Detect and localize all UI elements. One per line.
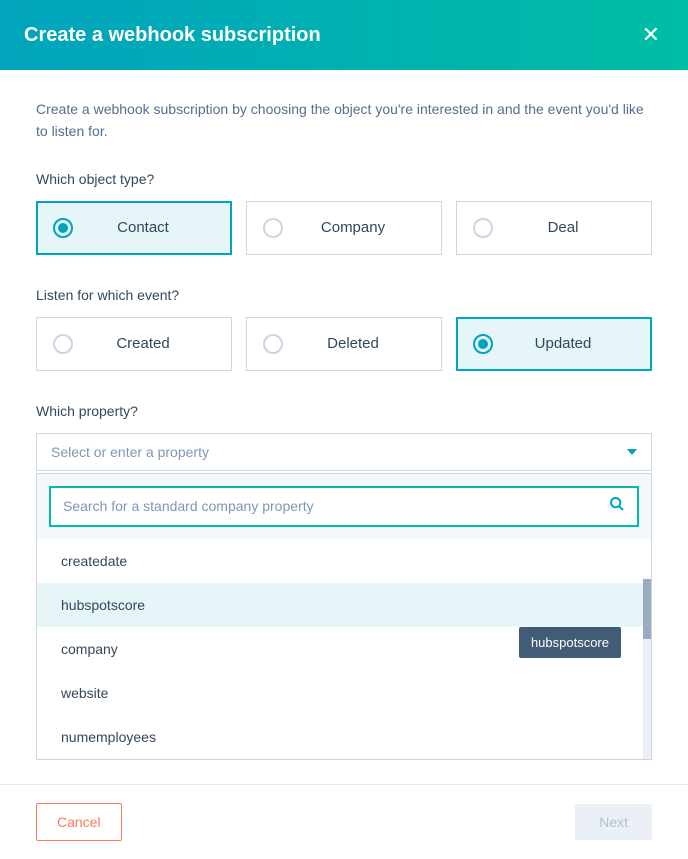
event-label: Listen for which event?: [36, 287, 652, 303]
event-updated[interactable]: Updated: [456, 317, 652, 371]
radio-icon: [263, 334, 283, 354]
object-type-label: Which object type?: [36, 171, 652, 187]
object-type-deal[interactable]: Deal: [456, 201, 652, 255]
dialog-footer: Cancel Next: [0, 784, 688, 859]
radio-label: Company: [301, 219, 429, 236]
event-deleted[interactable]: Deleted: [246, 317, 442, 371]
caret-down-icon: [627, 449, 637, 455]
property-search-input[interactable]: [63, 498, 609, 514]
property-option[interactable]: numemployees: [37, 715, 651, 759]
radio-label: Deal: [511, 219, 639, 236]
property-option[interactable]: createdate: [37, 539, 651, 583]
property-tooltip: hubspotscore: [519, 627, 621, 658]
search-input-wrap: [49, 486, 639, 527]
property-dropdown: createdate hubspotscore company website …: [36, 473, 652, 760]
property-option[interactable]: website: [37, 671, 651, 715]
radio-icon: [473, 334, 493, 354]
radio-label: Updated: [511, 335, 639, 352]
description-text: Create a webhook subscription by choosin…: [36, 98, 652, 143]
scrollbar-thumb[interactable]: [643, 579, 651, 639]
property-option[interactable]: hubspotscore: [37, 583, 651, 627]
radio-icon: [263, 218, 283, 238]
event-row: Created Deleted Updated: [36, 317, 652, 371]
dialog-title: Create a webhook subscription: [24, 24, 321, 47]
radio-label: Deleted: [301, 335, 429, 352]
search-wrap: [37, 474, 651, 539]
event-created[interactable]: Created: [36, 317, 232, 371]
dialog-content: Create a webhook subscription by choosin…: [0, 70, 688, 784]
property-options: createdate hubspotscore company website …: [37, 539, 651, 759]
dialog-header: Create a webhook subscription ✕: [0, 0, 688, 70]
object-type-row: Contact Company Deal: [36, 201, 652, 255]
object-type-company[interactable]: Company: [246, 201, 442, 255]
property-select-placeholder: Select or enter a property: [51, 444, 209, 460]
search-icon: [609, 496, 625, 517]
radio-icon: [473, 218, 493, 238]
radio-icon: [53, 218, 73, 238]
radio-icon: [53, 334, 73, 354]
radio-label: Created: [91, 335, 219, 352]
next-button[interactable]: Next: [575, 804, 652, 840]
cancel-button[interactable]: Cancel: [36, 803, 122, 841]
property-select[interactable]: Select or enter a property: [36, 433, 652, 471]
object-type-contact[interactable]: Contact: [36, 201, 232, 255]
radio-label: Contact: [91, 219, 219, 236]
property-label: Which property?: [36, 403, 652, 419]
close-icon[interactable]: ✕: [638, 18, 664, 52]
